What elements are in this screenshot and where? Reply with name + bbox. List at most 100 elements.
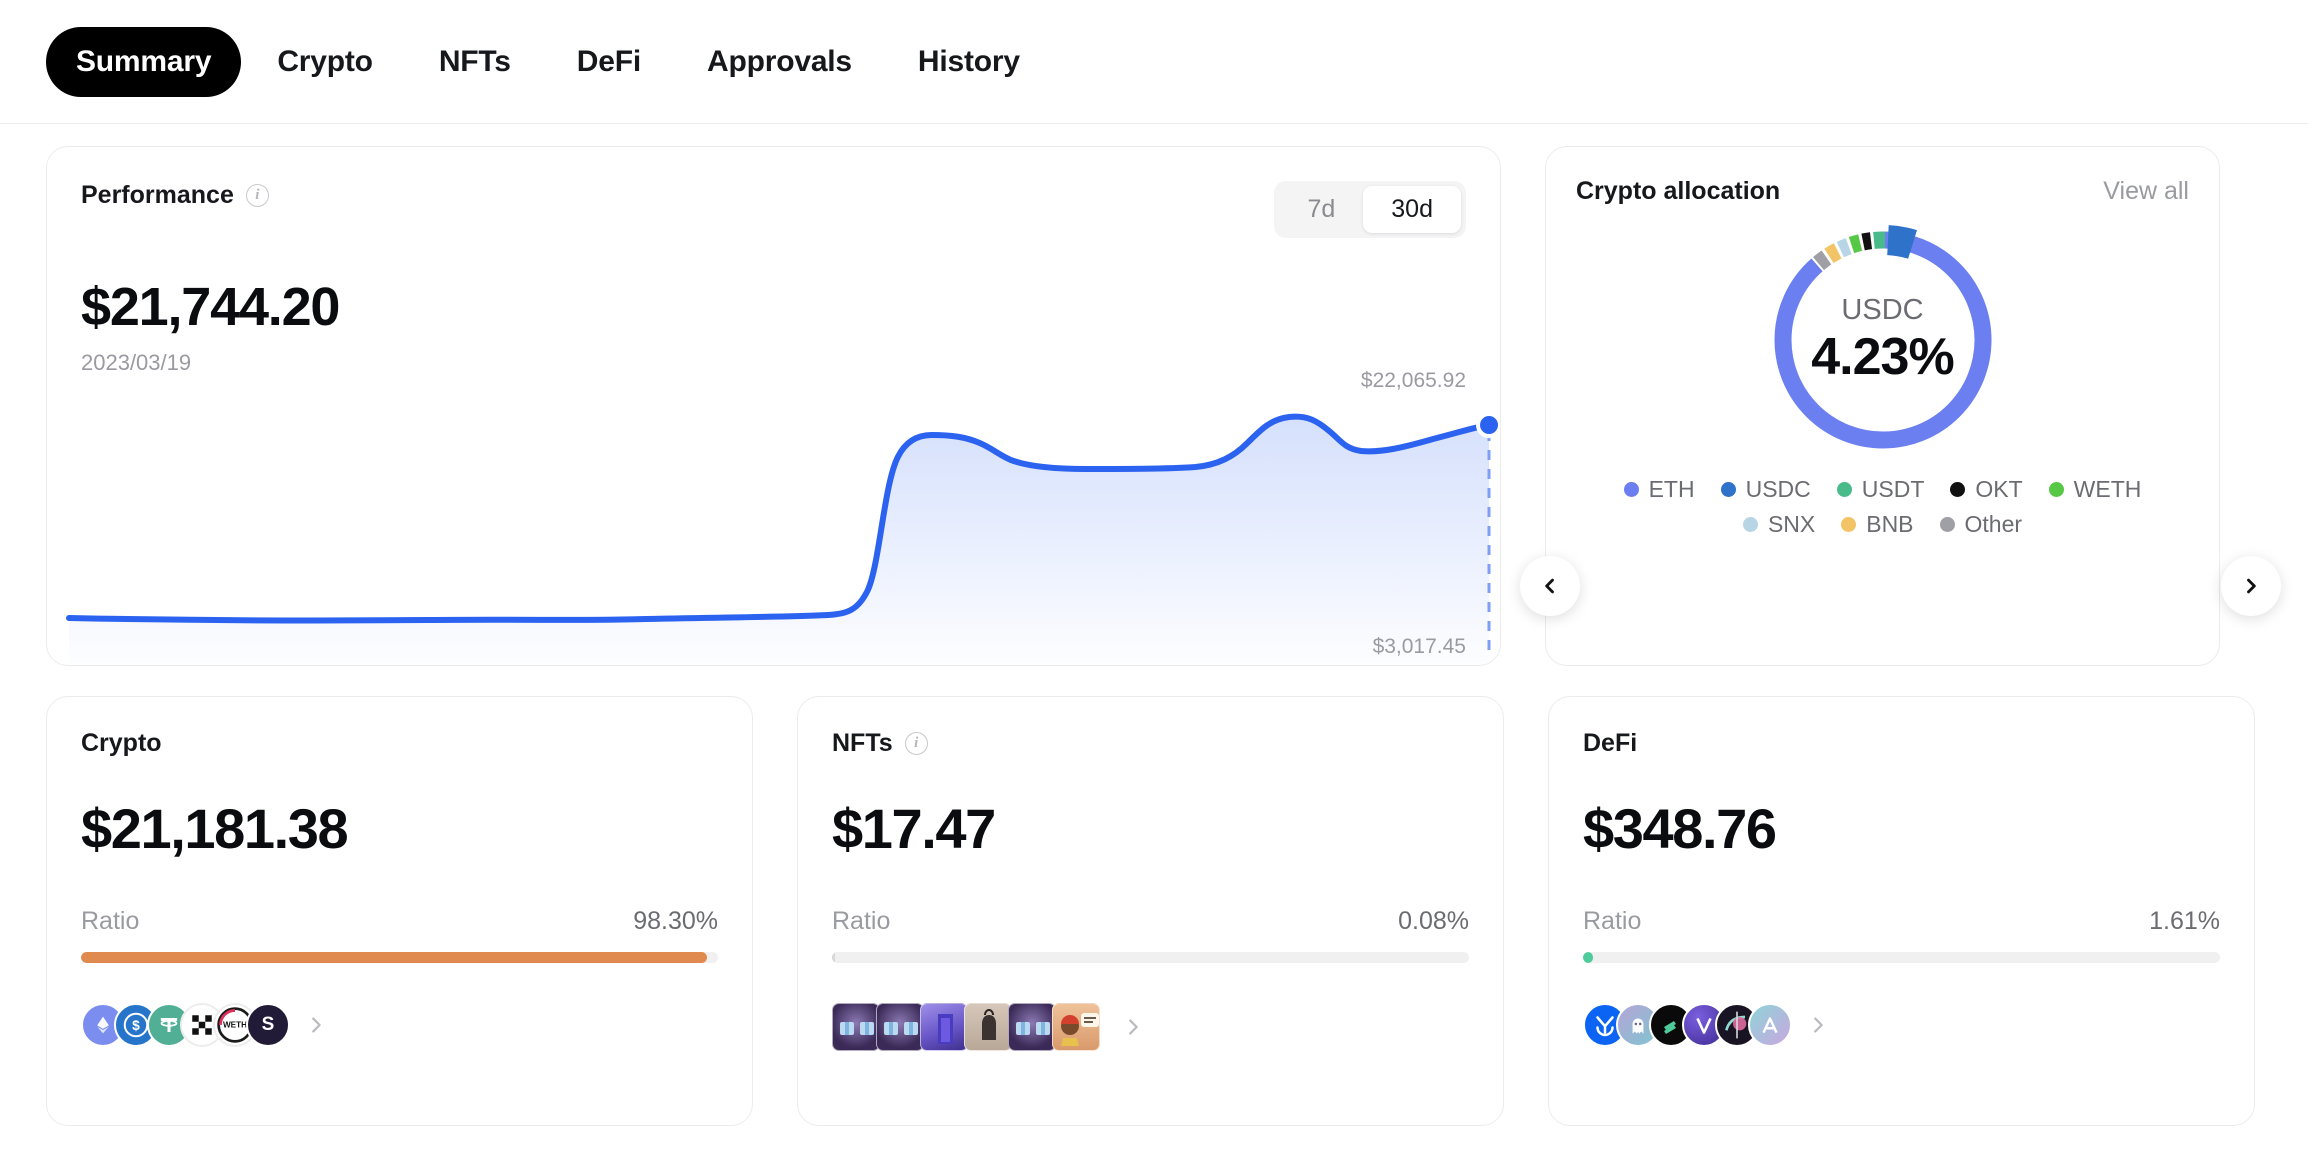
legend-label-snx: SNX <box>1767 511 1816 537</box>
nft-thumb-backpack[interactable] <box>964 1003 1012 1051</box>
legend-item-eth[interactable]: ETH <box>1623 476 1695 503</box>
velodrome-icon <box>1696 1017 1712 1034</box>
gift-boxes-icon <box>840 1022 874 1035</box>
legend-item-usdt[interactable]: USDT <box>1836 476 1925 503</box>
defi-protocol-avatars[interactable] <box>1583 1003 2220 1047</box>
character-icon <box>1061 1013 1099 1046</box>
nfts-card-title: NFTs <box>832 729 893 757</box>
nfts-card-title-group: NFTs i <box>832 729 1469 758</box>
svg-text:WETH: WETH <box>223 1021 247 1030</box>
defi-more-button[interactable] <box>1807 1014 1829 1036</box>
summary-content: Performance i 7d 30d $21,744.20 2023/03/… <box>0 124 2308 1126</box>
protocol-avatar-aura[interactable] <box>1748 1003 1792 1047</box>
chart-max-label: $22,065.92 <box>1360 369 1466 392</box>
backpack-icon <box>982 1008 996 1040</box>
tab-defi[interactable]: DeFi <box>547 27 671 97</box>
legend-label-other: Other <box>1964 511 2023 537</box>
door-icon <box>938 1014 953 1044</box>
range-7d-button[interactable]: 7d <box>1279 186 1363 233</box>
nfts-card-value: $17.47 <box>832 797 996 860</box>
chevron-right-icon <box>1129 1019 1138 1035</box>
defi-ratio-bar <box>1583 952 2220 963</box>
tether-icon <box>160 1018 178 1032</box>
legend-dot-usdt <box>1836 482 1852 497</box>
legend-label-usdt: USDT <box>1861 476 1925 502</box>
nfts-ratio-row: Ratio 0.08% <box>832 907 1469 936</box>
bottom-row: Crypto $21,181.38 Ratio 98.30% $ WETH S … <box>46 696 2262 1126</box>
legend-dot-eth <box>1623 482 1639 497</box>
performance-title-group: Performance i <box>81 181 269 210</box>
legend-dot-usdc <box>1720 482 1736 497</box>
nfts-ratio-bar <box>832 952 1469 963</box>
legend-item-okt[interactable]: OKT <box>1950 476 2023 503</box>
crypto-token-avatars[interactable]: $ WETH S <box>81 1003 718 1047</box>
carousel-next-button[interactable] <box>2221 556 2281 616</box>
chevron-right-icon <box>2247 578 2256 594</box>
aura-icon <box>1762 1017 1778 1034</box>
tab-approvals[interactable]: Approvals <box>677 27 882 97</box>
nfts-ratio-bar-fill <box>832 952 835 963</box>
legend-dot-snx <box>1742 517 1758 532</box>
tab-history[interactable]: History <box>888 27 1050 97</box>
legend-item-other[interactable]: Other <box>1939 511 2023 538</box>
gift-boxes-icon <box>1016 1022 1050 1035</box>
legend-dot-other <box>1939 517 1955 532</box>
info-icon[interactable]: i <box>245 184 269 207</box>
nft-thumb-gift-boxes-2[interactable] <box>876 1003 924 1051</box>
legend-label-usdc: USDC <box>1745 476 1811 502</box>
performance-chart[interactable]: $22,065.92 $3,017.45 <box>47 365 1500 665</box>
token-avatar-snx[interactable]: S <box>246 1003 290 1047</box>
legend-item-usdc[interactable]: USDC <box>1720 476 1811 503</box>
ethereum-icon <box>97 1016 109 1034</box>
legend-item-bnb[interactable]: BNB <box>1841 511 1914 538</box>
crypto-ratio-bar <box>81 952 718 963</box>
nft-thumb-gift-boxes[interactable] <box>832 1003 880 1051</box>
allocation-donut[interactable]: USDC 4.23% <box>1576 220 2189 460</box>
carousel-prev-button[interactable] <box>1520 556 1580 616</box>
chart-area-fill <box>68 416 1490 665</box>
legend-label-okt: OKT <box>1975 476 2023 502</box>
nfts-more-button[interactable] <box>1122 1016 1144 1038</box>
range-30d-button[interactable]: 30d <box>1363 186 1461 233</box>
defi-card-value: $348.76 <box>1583 797 1777 860</box>
svg-text:$: $ <box>132 1018 140 1033</box>
crypto-card-title: Crypto <box>81 729 162 757</box>
snx-icon: S <box>261 1014 275 1035</box>
nft-thumb-gift-boxes-3[interactable] <box>1008 1003 1056 1051</box>
nfts-ratio-value: 0.08% <box>1398 907 1469 935</box>
info-icon[interactable]: i <box>904 732 928 755</box>
legend-label-eth: ETH <box>1648 476 1695 502</box>
legend-item-snx[interactable]: SNX <box>1742 511 1816 538</box>
tab-crypto[interactable]: Crypto <box>247 27 402 97</box>
crypto-allocation-card: Crypto allocation View all USDC 4.23% ET… <box>1545 146 2220 666</box>
view-all-link[interactable]: View all <box>2103 177 2189 206</box>
legend-dot-bnb <box>1841 517 1857 532</box>
defi-ratio-row: Ratio 1.61% <box>1583 907 2220 936</box>
time-range-toggle: 7d 30d <box>1274 181 1466 238</box>
legend-dot-weth <box>2048 482 2064 497</box>
performance-title: Performance <box>81 181 234 209</box>
nfts-ratio-label: Ratio <box>832 907 891 935</box>
crypto-more-button[interactable] <box>305 1014 327 1036</box>
chevron-left-icon <box>1545 578 1554 594</box>
allocation-legend: ETH USDC USDT OKT WETH SNX BNB Other <box>1576 476 2189 538</box>
aave-ghost-icon <box>1632 1018 1644 1034</box>
crypto-summary-card: Crypto $21,181.38 Ratio 98.30% $ WETH S <box>46 696 753 1126</box>
nft-thumbnail-row[interactable] <box>832 1003 1469 1051</box>
nfts-summary-card: NFTs i $17.47 Ratio 0.08% <box>797 696 1504 1126</box>
gift-boxes-icon <box>884 1022 918 1035</box>
legend-label-weth: WETH <box>2073 476 2142 502</box>
legend-item-weth[interactable]: WETH <box>2048 476 2142 503</box>
chevron-right-icon <box>312 1017 321 1033</box>
legend-dot-okt <box>1950 482 1966 497</box>
nft-thumb-public-mint-character[interactable] <box>1052 1003 1100 1051</box>
defi-card-title: DeFi <box>1583 729 1638 757</box>
performance-header: Performance i 7d 30d <box>81 181 1466 238</box>
tab-nfts[interactable]: NFTs <box>409 27 541 97</box>
tab-summary[interactable]: Summary <box>46 26 242 97</box>
allocation-header: Crypto allocation View all <box>1576 177 2189 206</box>
donut-segment-eth <box>1774 231 1991 449</box>
nft-thumb-purple-door[interactable] <box>920 1003 968 1051</box>
crypto-ratio-value: 98.30% <box>633 907 718 935</box>
allocation-title: Crypto allocation <box>1576 177 1781 205</box>
